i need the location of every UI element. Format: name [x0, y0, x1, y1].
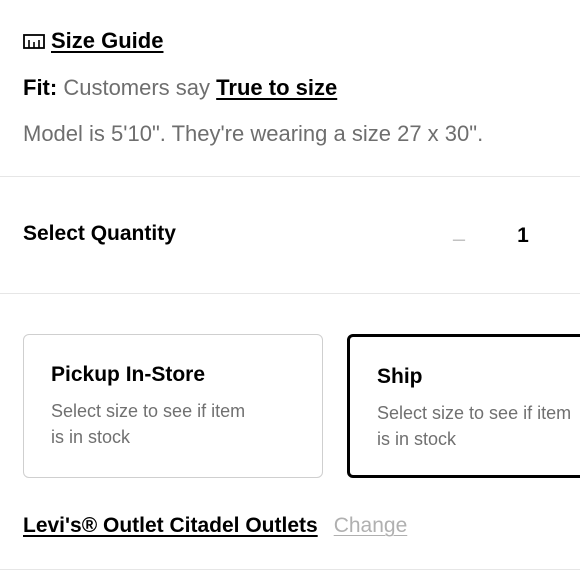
divider — [0, 293, 580, 294]
ship-desc-line: is in stock — [377, 429, 457, 449]
store-name-link[interactable]: Levi's® Outlet Citadel Outlets — [23, 514, 318, 537]
ship-desc-line: Select size to see if item — [377, 403, 572, 423]
quantity-value: 1 — [517, 224, 529, 247]
ship-description: Select size to see if item is in stock — [377, 400, 580, 452]
fit-label: Fit: — [23, 75, 58, 100]
divider — [0, 569, 580, 570]
pickup-description: Select size to see if item is in stock — [51, 398, 291, 450]
pickup-in-store-option[interactable]: Pickup In-Store Select size to see if it… — [23, 334, 323, 478]
model-info: Model is 5'10". They're wearing a size 2… — [23, 121, 484, 146]
fit-text: Customers say — [63, 75, 211, 100]
change-store-link[interactable]: Change — [334, 514, 408, 537]
ship-title: Ship — [377, 365, 423, 388]
ship-option[interactable]: Ship Select size to see if item is in st… — [347, 334, 580, 478]
pickup-title: Pickup In-Store — [51, 363, 206, 386]
divider — [0, 176, 580, 177]
pickup-desc-line: is in stock — [51, 427, 131, 447]
quantity-decrease-button[interactable]: – — [449, 226, 469, 252]
fit-info: Fit: Customers say True to size — [23, 75, 337, 101]
quantity-label: Select Quantity — [23, 222, 176, 245]
fit-value-link[interactable]: True to size — [216, 75, 337, 100]
product-options-panel: Size Guide Fit: Customers say True to si… — [0, 0, 580, 580]
size-guide-row[interactable]: Size Guide — [23, 28, 163, 54]
store-selection: Levi's® Outlet Citadel Outlets Change — [23, 514, 407, 538]
pickup-desc-line: Select size to see if item — [51, 401, 246, 421]
size-guide-link[interactable]: Size Guide — [51, 28, 163, 54]
ruler-icon — [23, 32, 45, 50]
